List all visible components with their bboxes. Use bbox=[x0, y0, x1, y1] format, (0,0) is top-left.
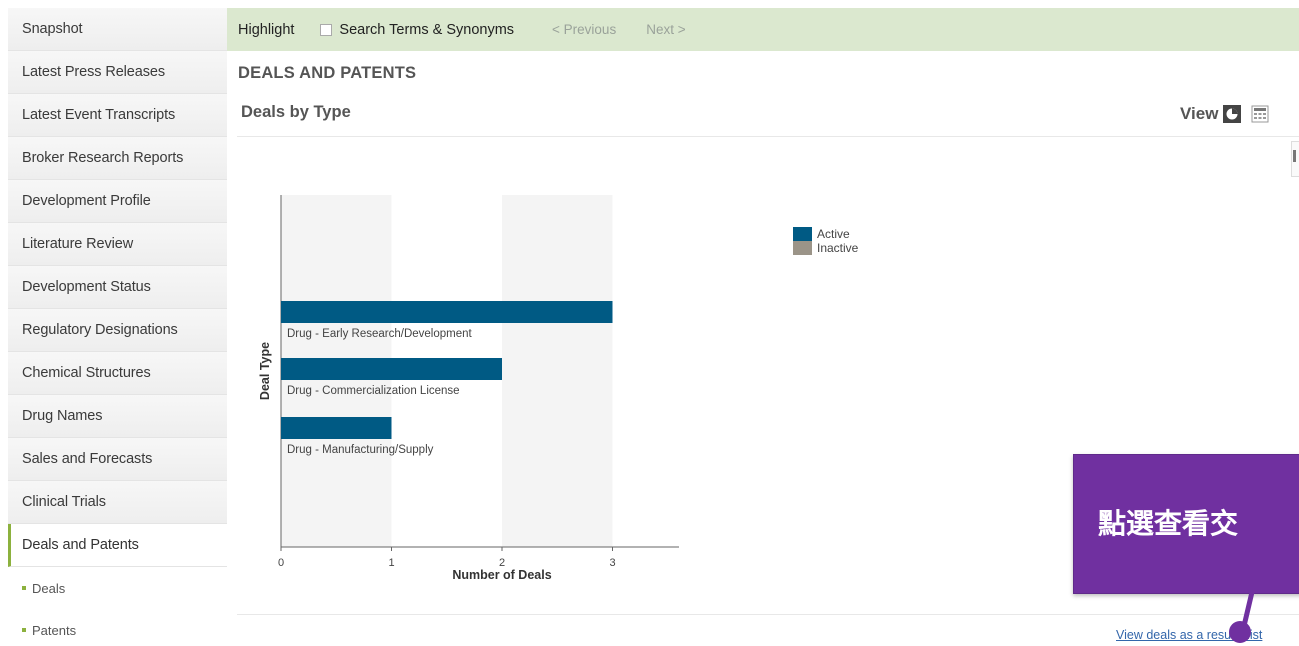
sidebar-item-label: Sales and Forecasts bbox=[22, 451, 153, 467]
panel-edge bbox=[1291, 141, 1299, 177]
sidebar-item-development-status[interactable]: Development Status bbox=[8, 266, 227, 309]
sidebar-item-label: Development Profile bbox=[22, 193, 151, 209]
sidebar-subitem-label: Patents bbox=[32, 622, 77, 638]
checkbox-icon[interactable] bbox=[320, 23, 333, 36]
x-tick-label: 1 bbox=[388, 557, 394, 569]
sidebar-item-label: Latest Event Transcripts bbox=[22, 107, 176, 123]
legend-swatch-inactive bbox=[793, 241, 812, 255]
legend-label-active: Active bbox=[817, 227, 850, 241]
bullet-icon bbox=[22, 628, 26, 632]
next-button[interactable]: Next > bbox=[646, 22, 685, 37]
view-label: View bbox=[1180, 104, 1219, 123]
grid-band bbox=[502, 195, 613, 547]
sidebar-item-broker-research-reports[interactable]: Broker Research Reports bbox=[8, 137, 227, 180]
sidebar: Snapshot Latest Press Releases Latest Ev… bbox=[8, 8, 227, 646]
bullet-icon bbox=[22, 586, 26, 590]
bar-active bbox=[281, 301, 613, 323]
page-title: DEALS AND PATENTS bbox=[238, 64, 417, 82]
sidebar-item-latest-event-transcripts[interactable]: Latest Event Transcripts bbox=[8, 94, 227, 137]
sidebar-item-label: Regulatory Designations bbox=[22, 322, 178, 338]
category-label: Drug - Manufacturing/Supply bbox=[287, 444, 434, 456]
sidebar-subitem-deals[interactable]: Deals bbox=[8, 567, 227, 609]
table-view-icon[interactable] bbox=[1251, 105, 1269, 123]
sidebar-item-latest-press-releases[interactable]: Latest Press Releases bbox=[8, 51, 227, 94]
callout-box: 點選查看交 bbox=[1073, 454, 1299, 594]
sidebar-item-label: Latest Press Releases bbox=[22, 64, 165, 80]
view-switcher: View bbox=[1180, 104, 1279, 124]
search-terms-label: Search Terms & Synonyms bbox=[339, 21, 515, 38]
divider bbox=[237, 614, 1299, 615]
category-label: Drug - Commercialization License bbox=[287, 385, 460, 397]
sidebar-item-sales-and-forecasts[interactable]: Sales and Forecasts bbox=[8, 438, 227, 481]
highlight-label: Highlight bbox=[238, 21, 295, 38]
sidebar-item-label: Clinical Trials bbox=[22, 494, 106, 510]
search-terms-checkbox[interactable]: Search Terms & Synonyms bbox=[320, 22, 514, 38]
sidebar-item-snapshot[interactable]: Snapshot bbox=[8, 8, 227, 51]
sidebar-item-label: Development Status bbox=[22, 279, 151, 295]
previous-button[interactable]: < Previous bbox=[552, 22, 616, 37]
chart-legend: Active Inactive bbox=[793, 227, 858, 255]
sidebar-item-label: Drug Names bbox=[22, 408, 103, 424]
sidebar-item-drug-names[interactable]: Drug Names bbox=[8, 395, 227, 438]
sidebar-item-label: Snapshot bbox=[22, 21, 83, 37]
callout-pointer bbox=[1229, 592, 1255, 643]
sidebar-item-label: Literature Review bbox=[22, 236, 134, 252]
x-axis-title: Number of Deals bbox=[452, 568, 551, 582]
x-tick-label: 0 bbox=[278, 557, 284, 569]
highlight-toolbar: Highlight Search Terms & Synonyms < Prev… bbox=[227, 8, 1299, 51]
sidebar-item-label: Chemical Structures bbox=[22, 365, 151, 381]
sidebar-item-regulatory-designations[interactable]: Regulatory Designations bbox=[8, 309, 227, 352]
sidebar-subitem-label: Deals bbox=[32, 580, 66, 596]
category-label: Drug - Early Research/Development bbox=[287, 328, 473, 340]
bar-active bbox=[281, 417, 392, 439]
legend-item-active: Active bbox=[793, 227, 858, 241]
sidebar-item-literature-review[interactable]: Literature Review bbox=[8, 223, 227, 266]
section-title: Deals by Type bbox=[241, 103, 351, 121]
deals-by-type-chart: 0123 Drug - Early Research/DevelopmentDr… bbox=[258, 195, 679, 582]
sidebar-item-chemical-structures[interactable]: Chemical Structures bbox=[8, 352, 227, 395]
sidebar-item-label: Broker Research Reports bbox=[22, 150, 184, 166]
sidebar-item-development-profile[interactable]: Development Profile bbox=[8, 180, 227, 223]
divider bbox=[237, 136, 1299, 137]
sidebar-item-clinical-trials[interactable]: Clinical Trials bbox=[8, 481, 227, 524]
sidebar-subitem-patents[interactable]: Patents bbox=[8, 609, 227, 646]
y-axis-title: Deal Type bbox=[258, 342, 272, 400]
sidebar-item-deals-and-patents[interactable]: Deals and Patents bbox=[8, 524, 227, 567]
sidebar-item-label: Deals and Patents bbox=[22, 537, 139, 553]
bar-active bbox=[281, 358, 502, 380]
legend-swatch-active bbox=[793, 227, 812, 241]
legend-item-inactive: Inactive bbox=[793, 241, 858, 255]
chart-view-icon[interactable] bbox=[1223, 105, 1242, 123]
legend-label-inactive: Inactive bbox=[817, 241, 859, 255]
x-tick-label: 3 bbox=[609, 557, 615, 569]
